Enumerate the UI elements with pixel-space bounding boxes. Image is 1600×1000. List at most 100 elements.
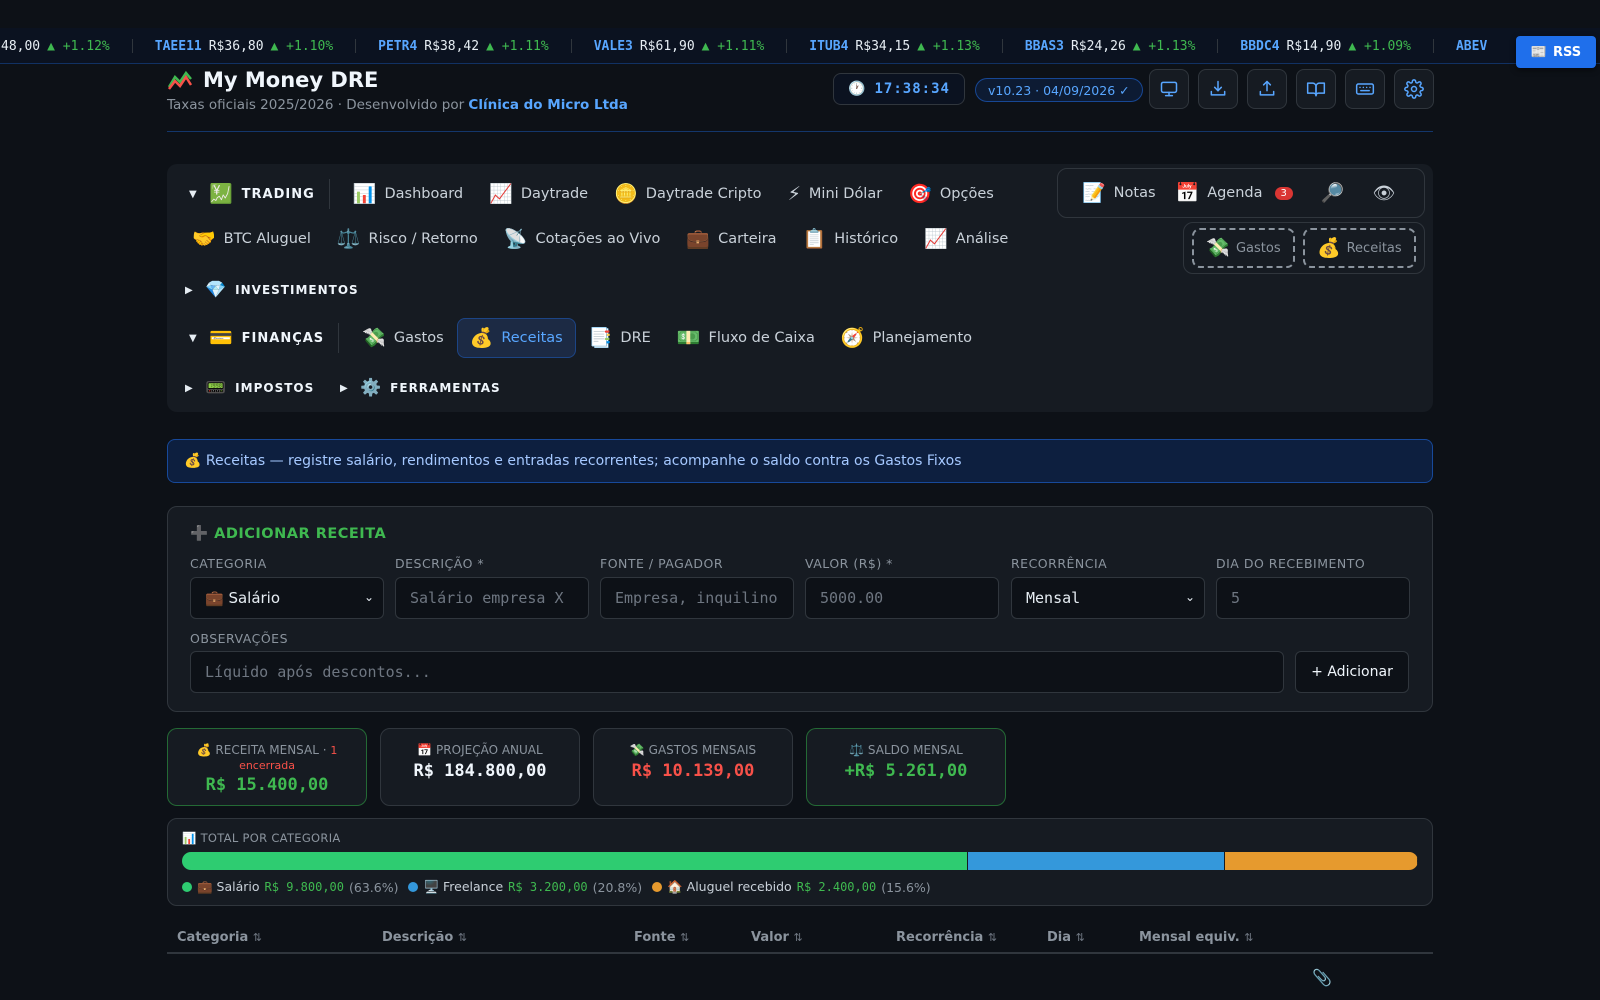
notes-button[interactable]: 📝 Notas <box>1082 183 1156 203</box>
nav-item-label: Gastos <box>393 330 444 346</box>
nav-group-ferramentas[interactable]: ▶ ⚙️ FERRAMENTAS <box>340 370 501 406</box>
company-link[interactable]: Clínica do Micro Ltda <box>468 97 627 113</box>
download-icon <box>1210 80 1226 96</box>
nav-item-label: Risco / Retorno <box>368 231 478 247</box>
recurrence-select[interactable]: Mensal <box>1011 577 1205 619</box>
rss-button[interactable]: 📰 RSS <box>1516 36 1596 68</box>
credit-card-icon: 💳 <box>209 326 234 349</box>
version-badge[interactable]: v10.23 · 04/09/2026 ✓ <box>975 78 1143 102</box>
nav-item-risco-retorno[interactable]: ⚖️ Risco / Retorno <box>324 219 491 259</box>
favorite-gastos[interactable]: 💸 Gastos <box>1192 228 1295 268</box>
nav-item-label: Carteira <box>718 231 777 247</box>
nav-item-label: Dashboard <box>384 186 464 202</box>
eye-icon[interactable]: 👁 <box>1373 183 1396 204</box>
add-income-button[interactable]: + Adicionar <box>1295 651 1409 693</box>
money-bag-icon: 💰 <box>1316 236 1341 259</box>
trend-up-icon: 📈 <box>924 227 948 250</box>
import-button[interactable] <box>1247 69 1287 109</box>
nav-item-planejamento[interactable]: 🧭 Planejamento <box>828 318 985 358</box>
description-input[interactable] <box>395 577 589 619</box>
nav-item-label: Mini Dólar <box>808 186 883 202</box>
column-header-valor[interactable]: Valor ⇅ <box>751 930 803 945</box>
column-header-descricao[interactable]: Descrição ⇅ <box>382 930 467 945</box>
ticker-symbol: BBAS3 <box>1024 38 1064 54</box>
agenda-button[interactable]: 📅 Agenda 3 <box>1176 183 1293 203</box>
amount-input[interactable] <box>805 577 999 619</box>
ticker-symbol: ITUB4 <box>809 38 849 54</box>
nav-item-opcoes[interactable]: 🎯 Opções <box>895 174 1007 214</box>
source-input[interactable] <box>600 577 794 619</box>
label-observacoes: OBSERVAÇÕES <box>190 631 289 646</box>
search-icon[interactable]: 🔎 <box>1321 183 1345 203</box>
agenda-label: Agenda <box>1207 185 1263 201</box>
nav-item-dashboard[interactable]: 📊 Dashboard <box>340 174 476 214</box>
ticker-item: ABEV <box>1434 39 1525 54</box>
column-label: Descrição <box>382 930 454 945</box>
nav-item-daytrade[interactable]: 📈 Daytrade <box>476 174 601 214</box>
ticker-item: TAEE11 R$36,80 ▲ +1.10% <box>133 38 357 54</box>
nav-item-btc-aluguel[interactable]: 🤝 BTC Aluguel <box>179 219 324 259</box>
legend-dot <box>652 882 663 892</box>
nav-item-label: DRE <box>620 330 651 346</box>
sort-icon: ⇅ <box>252 931 262 944</box>
ticker-change: ▲ +1.10% <box>270 38 334 54</box>
nav-item-daytrade-cripto[interactable]: 🪙 Daytrade Cripto <box>601 174 774 214</box>
card-value: R$ 184.800,00 <box>413 761 547 781</box>
settings-button[interactable] <box>1394 69 1434 109</box>
nav-item-analise[interactable]: 📈 Análise <box>911 219 1021 259</box>
nav-item-historico[interactable]: 📋 Histórico <box>790 219 912 259</box>
nav-item-receitas[interactable]: 💰 Receitas <box>456 318 576 358</box>
nav-item-mini-dolar[interactable]: ⚡ Mini Dólar <box>775 174 896 214</box>
category-breakdown: 📊 TOTAL POR CATEGORIA 💼 Salário R$ 9.800… <box>167 818 1433 906</box>
favorite-receitas[interactable]: 💰 Receitas <box>1302 228 1416 268</box>
chart-up-icon: 💹 <box>209 182 234 205</box>
category-stacked-bar <box>182 852 1418 870</box>
scales-icon: ⚖️ <box>336 227 361 250</box>
nav-item-label: Planejamento <box>872 330 973 346</box>
column-label: Fonte <box>634 930 676 945</box>
export-button[interactable] <box>1198 69 1238 109</box>
notes-input[interactable] <box>190 651 1284 693</box>
group-toggle-impostos[interactable]: ▶ 📟 IMPOSTOS <box>185 379 314 397</box>
day-input[interactable] <box>1216 577 1410 619</box>
group-label-trading: TRADING <box>241 186 315 202</box>
nav-item-carteira[interactable]: 💼 Carteira <box>673 219 789 259</box>
group-toggle-investimentos[interactable]: ▶ 💎 INVESTIMENTOS <box>185 279 359 300</box>
group-toggle-trading[interactable]: ▼ 💹 TRADING <box>189 182 315 205</box>
nav-group-impostos[interactable]: ▶ 📟 IMPOSTOS <box>185 370 314 406</box>
group-label-investimentos: INVESTIMENTOS <box>235 283 359 297</box>
group-toggle-ferramentas[interactable]: ▶ ⚙️ FERRAMENTAS <box>340 379 501 397</box>
document-icon: 📑 <box>588 326 613 349</box>
clock-icon: 🕐 <box>848 81 867 97</box>
presentation-button[interactable] <box>1149 69 1189 109</box>
column-header-categoria[interactable]: Categoria ⇅ <box>177 930 262 945</box>
satellite-icon: 📡 <box>503 227 528 250</box>
column-header-recorrencia[interactable]: Recorrência ⇅ <box>896 930 997 945</box>
manual-button[interactable] <box>1296 69 1336 109</box>
nav-item-label: Daytrade Cripto <box>645 186 762 202</box>
clock-time: 17:38:34 <box>874 81 950 97</box>
bar-chart-icon: 📊 <box>352 182 377 205</box>
gem-icon: 💎 <box>205 279 228 300</box>
group-toggle-financas[interactable]: ▼ 💳 FINANÇAS <box>189 326 325 349</box>
nav-group-investimentos[interactable]: ▶ 💎 INVESTIMENTOS <box>185 272 359 308</box>
shortcuts-button[interactable] <box>1345 69 1385 109</box>
category-select[interactable]: 💼 Salário <box>190 577 384 619</box>
nav-item-fluxo-caixa[interactable]: 💵 Fluxo de Caixa <box>664 318 828 358</box>
info-banner: 💰 Receitas — registre salário, rendiment… <box>167 439 1433 483</box>
group-label-financas: FINANÇAS <box>241 330 325 346</box>
column-label: Dia <box>1047 930 1072 945</box>
column-header-fonte[interactable]: Fonte ⇅ <box>634 930 689 945</box>
compass-icon: 🧭 <box>840 326 865 349</box>
closed-label: encerrada <box>239 759 295 772</box>
ticker-price: R$34,15 <box>855 38 911 54</box>
column-header-dia[interactable]: Dia ⇅ <box>1047 930 1085 945</box>
briefcase-icon: 💼 <box>686 227 711 250</box>
card-value: R$ 10.139,00 <box>631 761 755 781</box>
nav-item-dre[interactable]: 📑 DRE <box>576 318 664 358</box>
nav-item-cotacoes[interactable]: 📡 Cotações ao Vivo <box>491 219 674 259</box>
paperclip-icon[interactable]: 📎 <box>1312 968 1332 987</box>
nav-item-gastos[interactable]: 💸 Gastos <box>349 318 456 358</box>
divider <box>328 179 330 209</box>
column-header-mensal-equiv[interactable]: Mensal equiv. ⇅ <box>1139 930 1253 945</box>
